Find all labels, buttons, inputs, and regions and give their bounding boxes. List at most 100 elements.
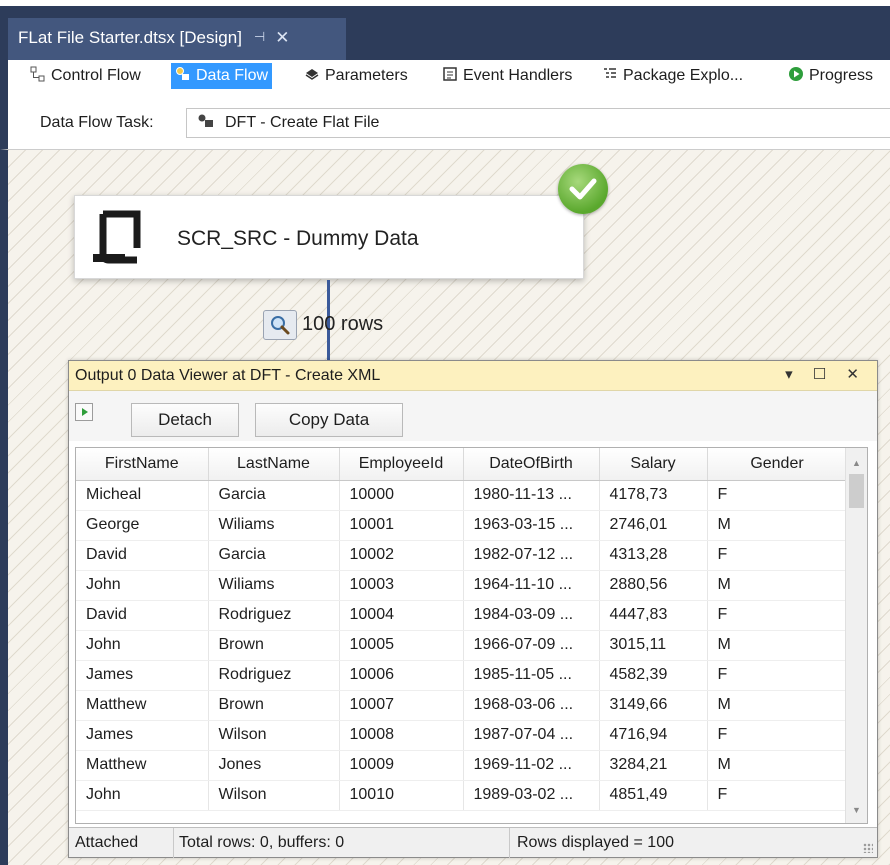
data-grid[interactable]: FirstName LastName EmployeeId DateOfBirt… bbox=[75, 447, 868, 824]
resize-grip-icon[interactable] bbox=[863, 843, 873, 853]
table-cell[interactable]: 10005 bbox=[339, 630, 464, 661]
table-cell[interactable]: Rodriguez bbox=[208, 660, 340, 691]
pin-icon[interactable]: ⊣ bbox=[254, 29, 265, 45]
table-row[interactable]: John Wiliams 10003 1964-11-10 ... 2880,56 M bbox=[76, 570, 848, 601]
table-cell[interactable]: John bbox=[76, 780, 209, 811]
table-row[interactable]: David Garcia 10002 1982-07-12 ... 4313,28 F bbox=[76, 540, 848, 571]
table-cell[interactable]: Micheal bbox=[76, 480, 209, 511]
table-cell[interactable]: 3284,21 bbox=[599, 750, 708, 781]
column-header[interactable]: Salary bbox=[599, 448, 708, 481]
table-row[interactable]: George Wiliams 10001 1963-03-15 ... 2746,01 M bbox=[76, 510, 848, 541]
table-cell[interactable]: 4313,28 bbox=[599, 540, 708, 571]
table-cell[interactable]: 10006 bbox=[339, 660, 464, 691]
table-cell[interactable]: John bbox=[76, 630, 209, 661]
table-row[interactable]: David Rodriguez 10004 1984-03-09 ... 4447,83… bbox=[76, 600, 848, 631]
table-cell[interactable]: 1984-03-09 ... bbox=[463, 600, 600, 631]
table-cell[interactable]: F bbox=[707, 600, 848, 631]
table-row[interactable]: James Wilson 10008 1987-07-04 ... 4716,94 F bbox=[76, 720, 848, 751]
table-row[interactable]: John Wilson 10010 1989-03-02 ... 4851,49 F bbox=[76, 780, 848, 811]
table-cell[interactable]: Wilson bbox=[208, 720, 340, 751]
table-cell[interactable]: Garcia bbox=[208, 540, 340, 571]
detach-button[interactable]: Detach bbox=[131, 403, 239, 437]
table-cell[interactable]: 4178,73 bbox=[599, 480, 708, 511]
table-row[interactable]: Matthew Brown 10007 1968-03-06 ... 3149,66 M bbox=[76, 690, 848, 721]
table-cell[interactable]: 10003 bbox=[339, 570, 464, 601]
table-cell[interactable]: James bbox=[76, 660, 209, 691]
table-cell[interactable]: 10009 bbox=[339, 750, 464, 781]
table-row[interactable]: Micheal Garcia 10000 1980-11-13 ... 4178,73 F bbox=[76, 480, 848, 511]
table-cell[interactable]: 4447,83 bbox=[599, 600, 708, 631]
scroll-up-icon[interactable]: ▲ bbox=[852, 458, 861, 468]
table-cell[interactable]: Brown bbox=[208, 630, 340, 661]
table-cell[interactable]: David bbox=[76, 600, 209, 631]
vertical-scrollbar[interactable]: ▲ ▼ bbox=[845, 448, 867, 823]
table-cell[interactable]: 3015,11 bbox=[599, 630, 708, 661]
table-cell[interactable]: Jones bbox=[208, 750, 340, 781]
table-cell[interactable]: 10008 bbox=[339, 720, 464, 751]
document-tab[interactable]: FLat File Starter.dtsx [Design] ⊣ ✕ bbox=[8, 18, 346, 66]
column-header[interactable]: LastName bbox=[208, 448, 340, 481]
table-cell[interactable]: 2746,01 bbox=[599, 510, 708, 541]
table-cell[interactable]: Garcia bbox=[208, 480, 340, 511]
tab-data-flow[interactable]: Data Flow bbox=[171, 63, 273, 89]
tab-event-handlers[interactable]: Event Handlers bbox=[438, 63, 576, 89]
table-cell[interactable]: 2880,56 bbox=[599, 570, 708, 601]
column-header[interactable]: EmployeeId bbox=[339, 448, 464, 481]
table-cell[interactable]: 1987-07-04 ... bbox=[463, 720, 600, 751]
table-cell[interactable]: M bbox=[707, 690, 848, 721]
table-cell[interactable]: James bbox=[76, 720, 209, 751]
table-cell[interactable]: Matthew bbox=[76, 690, 209, 721]
table-cell[interactable]: M bbox=[707, 510, 848, 541]
copy-data-button[interactable]: Copy Data bbox=[255, 403, 403, 437]
table-cell[interactable]: 10000 bbox=[339, 480, 464, 511]
table-cell[interactable]: 1982-07-12 ... bbox=[463, 540, 600, 571]
table-cell[interactable]: 1980-11-13 ... bbox=[463, 480, 600, 511]
table-cell[interactable]: F bbox=[707, 660, 848, 691]
table-cell[interactable]: M bbox=[707, 630, 848, 661]
table-cell[interactable]: David bbox=[76, 540, 209, 571]
table-row[interactable]: James Rodriguez 10006 1985-11-05 ... 4582,39… bbox=[76, 660, 848, 691]
table-cell[interactable]: Brown bbox=[208, 690, 340, 721]
table-cell[interactable]: Wilson bbox=[208, 780, 340, 811]
table-cell[interactable]: 1985-11-05 ... bbox=[463, 660, 600, 691]
table-cell[interactable]: Wiliams bbox=[208, 510, 340, 541]
tab-package-explorer[interactable]: Package Explo... bbox=[598, 63, 747, 89]
window-controls[interactable]: ▾ ☐ ✕ bbox=[785, 365, 867, 383]
table-cell[interactable]: F bbox=[707, 780, 848, 811]
table-cell[interactable]: F bbox=[707, 540, 848, 571]
table-cell[interactable]: 10007 bbox=[339, 690, 464, 721]
table-cell[interactable]: 3149,66 bbox=[599, 690, 708, 721]
scroll-down-icon[interactable]: ▼ bbox=[852, 805, 861, 815]
table-cell[interactable]: 10002 bbox=[339, 540, 464, 571]
table-cell[interactable]: 10001 bbox=[339, 510, 464, 541]
table-row[interactable]: John Brown 10005 1966-07-09 ... 3015,11 M bbox=[76, 630, 848, 661]
design-canvas[interactable]: SCR_SRC - Dummy Data 100 rows Output 0 D… bbox=[0, 150, 890, 865]
table-cell[interactable]: F bbox=[707, 720, 848, 751]
task-dropdown[interactable]: DFT - Create Flat File bbox=[186, 108, 890, 138]
table-cell[interactable]: 1963-03-15 ... bbox=[463, 510, 600, 541]
table-cell[interactable]: 1989-03-02 ... bbox=[463, 780, 600, 811]
column-header[interactable]: FirstName bbox=[76, 448, 209, 481]
play-icon[interactable] bbox=[75, 403, 93, 421]
scroll-thumb[interactable] bbox=[849, 474, 864, 508]
column-header[interactable]: Gender bbox=[707, 448, 848, 481]
table-cell[interactable]: M bbox=[707, 750, 848, 781]
column-header[interactable]: DateOfBirth bbox=[463, 448, 600, 481]
table-cell[interactable]: John bbox=[76, 570, 209, 601]
table-cell[interactable]: M bbox=[707, 570, 848, 601]
table-cell[interactable]: 1969-11-02 ... bbox=[463, 750, 600, 781]
tab-control-flow[interactable]: Control Flow bbox=[26, 63, 145, 89]
table-cell[interactable]: 1966-07-09 ... bbox=[463, 630, 600, 661]
data-viewer-title-bar[interactable]: Output 0 Data Viewer at DFT - Create XML… bbox=[69, 361, 877, 391]
data-viewer-magnifier-icon[interactable] bbox=[263, 310, 297, 340]
table-cell[interactable]: 1964-11-10 ... bbox=[463, 570, 600, 601]
table-cell[interactable]: 10004 bbox=[339, 600, 464, 631]
table-cell[interactable]: 4582,39 bbox=[599, 660, 708, 691]
table-cell[interactable]: Wiliams bbox=[208, 570, 340, 601]
table-cell[interactable]: 4716,94 bbox=[599, 720, 708, 751]
table-cell[interactable]: George bbox=[76, 510, 209, 541]
table-cell[interactable]: 4851,49 bbox=[599, 780, 708, 811]
script-source-component[interactable]: SCR_SRC - Dummy Data bbox=[74, 195, 584, 279]
table-cell[interactable]: 1968-03-06 ... bbox=[463, 690, 600, 721]
tab-parameters[interactable]: Parameters bbox=[300, 63, 412, 89]
